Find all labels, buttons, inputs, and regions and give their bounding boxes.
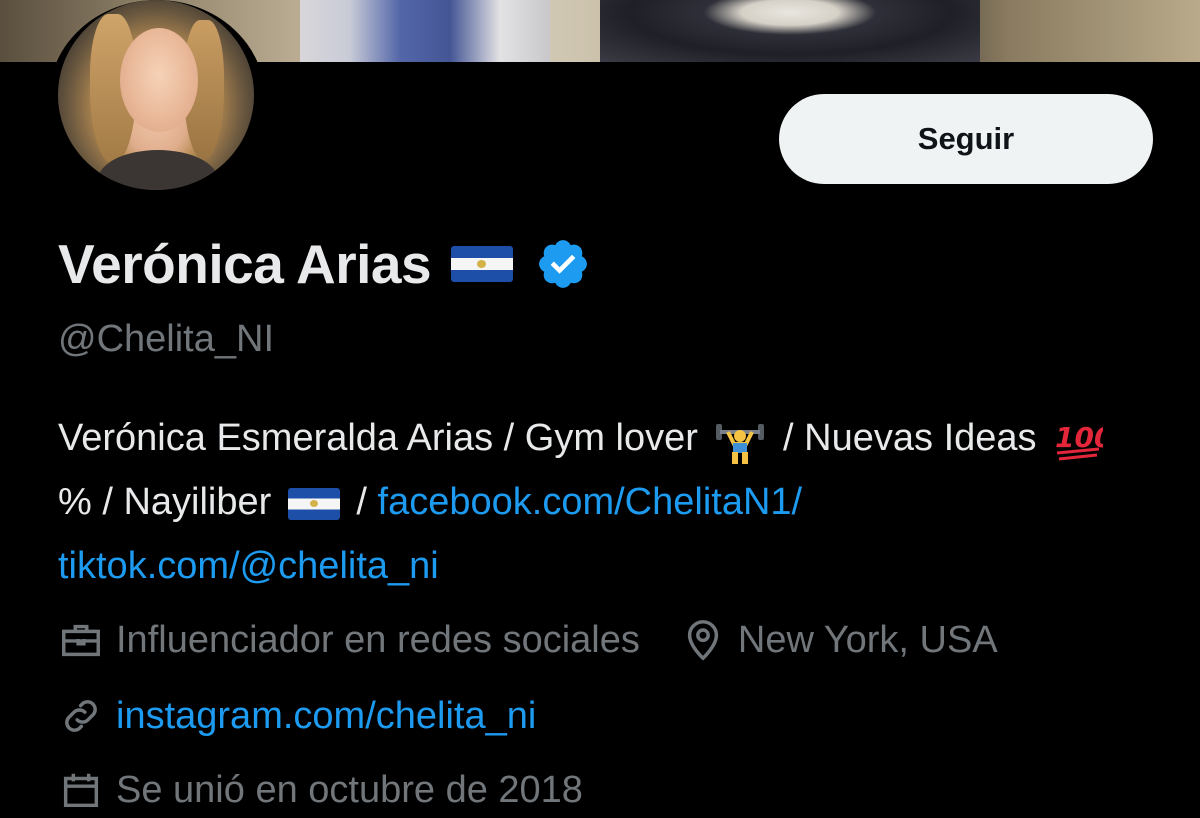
briefcase-icon — [62, 624, 100, 657]
username-handle: @Chelita_NI — [58, 318, 274, 360]
hundred-points-emoji: 100 — [1055, 421, 1103, 461]
profile-website[interactable]: instagram.com/chelita_ni — [58, 688, 536, 744]
bio-text-2: / Nuevas Ideas — [783, 417, 1037, 459]
joined-text: Se unió en octubre de 2018 — [116, 768, 583, 811]
el-salvador-flag-icon — [287, 487, 340, 520]
profile-category: Influenciador en redes sociales — [58, 617, 640, 663]
location-pin-icon — [687, 620, 719, 661]
bio-text-1: Verónica Esmeralda Arias / Gym lover — [58, 417, 698, 459]
banner-flag — [300, 0, 550, 62]
category-text: Influenciador en redes sociales — [116, 618, 640, 661]
profile-avatar[interactable] — [49, 0, 265, 196]
profile-joined: Se unió en octubre de 2018 — [58, 762, 583, 818]
website-link[interactable]: instagram.com/chelita_ni — [116, 695, 536, 738]
bio-link-facebook[interactable]: facebook.com/ChelitaN1/ — [378, 481, 803, 523]
profile-bio: Verónica Esmeralda Arias / Gym lover / N… — [58, 406, 1148, 598]
location-text: New York, USA — [737, 618, 998, 661]
banner-person — [600, 0, 980, 62]
follow-button[interactable]: Seguir — [779, 94, 1153, 184]
profile-location: New York, USA — [680, 617, 998, 663]
display-name: Verónica Arias — [58, 233, 432, 295]
display-name-row: Verónica Arias — [58, 232, 591, 296]
bio-text-3: % / Nayiliber — [58, 481, 272, 523]
avatar-photo — [58, 0, 254, 190]
link-icon — [65, 700, 97, 732]
calendar-icon — [63, 773, 99, 808]
bio-text-4: / — [356, 481, 367, 523]
el-salvador-flag-icon — [451, 246, 514, 282]
bio-link-tiktok[interactable]: tiktok.com/@chelita_ni — [58, 545, 439, 587]
weight-lifter-emoji — [716, 423, 765, 464]
profile-meta: Influenciador en redes sociales New York… — [58, 612, 998, 668]
verified-badge-icon[interactable] — [535, 236, 591, 292]
